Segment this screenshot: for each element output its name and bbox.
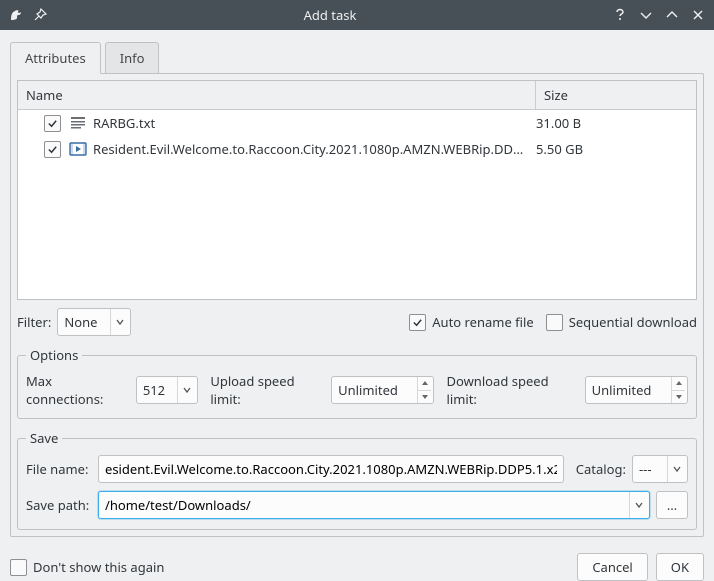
filter-label: Filter:	[17, 313, 51, 331]
checkbox-icon	[409, 314, 426, 331]
column-header-name[interactable]: Name	[18, 81, 536, 109]
savepath-input[interactable]	[98, 491, 650, 519]
ok-button[interactable]: OK	[656, 553, 704, 581]
window-title: Add task	[48, 6, 612, 24]
chevron-down-icon	[177, 377, 195, 403]
file-size: 5.50 GB	[536, 140, 688, 158]
minimize-icon[interactable]	[638, 7, 654, 23]
download-limit-label: Download speed limit:	[446, 372, 578, 408]
file-list: Name Size RARBG.txt 31.00 B Resident.Evi…	[17, 80, 697, 300]
filter-combo[interactable]: None	[57, 308, 131, 336]
auto-rename-checkbox[interactable]: Auto rename file	[409, 313, 533, 331]
browse-button[interactable]: …	[656, 491, 688, 519]
file-row[interactable]: Resident.Evil.Welcome.to.Raccoon.City.20…	[18, 136, 696, 162]
chevron-down-icon	[110, 309, 128, 335]
catalog-label: Catalog:	[576, 460, 626, 478]
column-header-size[interactable]: Size	[536, 81, 696, 109]
file-row-checkbox[interactable]	[44, 141, 61, 158]
tab-info[interactable]: Info	[105, 42, 160, 74]
dont-show-again-checkbox[interactable]: Don't show this again	[10, 558, 164, 576]
auto-rename-label: Auto rename file	[432, 313, 533, 331]
close-icon[interactable]	[690, 7, 706, 23]
text-file-icon	[69, 114, 87, 132]
chevron-down-icon	[629, 492, 647, 518]
download-limit-spinner[interactable]: Unlimited	[585, 376, 688, 404]
tab-attributes[interactable]: Attributes	[10, 42, 101, 74]
filename-input[interactable]	[98, 455, 564, 483]
filename-label: File name:	[26, 460, 92, 478]
video-file-icon	[69, 140, 87, 158]
cancel-button[interactable]: Cancel	[577, 553, 647, 581]
checkbox-icon	[546, 314, 563, 331]
upload-limit-spinner[interactable]: Unlimited	[331, 376, 434, 404]
save-group: Save File name: Catalog: --- Save path:	[17, 429, 697, 530]
options-group: Options Max connections: 512 Upload spee…	[17, 346, 697, 419]
tab-bar: Attributes Info	[10, 42, 704, 74]
file-name: Resident.Evil.Welcome.to.Raccoon.City.20…	[93, 140, 536, 158]
titlebar: Add task	[0, 0, 714, 30]
sequential-download-label: Sequential download	[569, 313, 697, 331]
filter-value: None	[64, 313, 110, 331]
app-icon	[8, 7, 24, 23]
ellipsis-icon: …	[667, 496, 677, 514]
attributes-panel: Name Size RARBG.txt 31.00 B Resident.Evi…	[10, 73, 704, 537]
file-list-header: Name Size	[18, 81, 696, 110]
file-size: 31.00 B	[536, 114, 688, 132]
spinner-icon	[671, 377, 685, 403]
savepath-label: Save path:	[26, 496, 92, 514]
file-row[interactable]: RARBG.txt 31.00 B	[18, 110, 696, 136]
max-connections-label: Max connections:	[26, 372, 130, 408]
file-row-checkbox[interactable]	[44, 115, 61, 132]
save-legend: Save	[26, 429, 62, 447]
max-connections-combo[interactable]: 512	[136, 376, 199, 404]
upload-limit-label: Upload speed limit:	[210, 372, 325, 408]
checkbox-icon	[10, 559, 27, 576]
pin-icon[interactable]	[32, 7, 48, 23]
options-legend: Options	[26, 346, 82, 364]
maximize-icon[interactable]	[664, 7, 680, 23]
file-name: RARBG.txt	[93, 114, 536, 132]
dont-show-again-label: Don't show this again	[33, 558, 164, 576]
sequential-download-checkbox[interactable]: Sequential download	[546, 313, 697, 331]
catalog-combo[interactable]: ---	[632, 455, 688, 483]
help-icon[interactable]	[612, 7, 628, 23]
chevron-down-icon	[667, 456, 685, 482]
spinner-icon	[417, 377, 431, 403]
